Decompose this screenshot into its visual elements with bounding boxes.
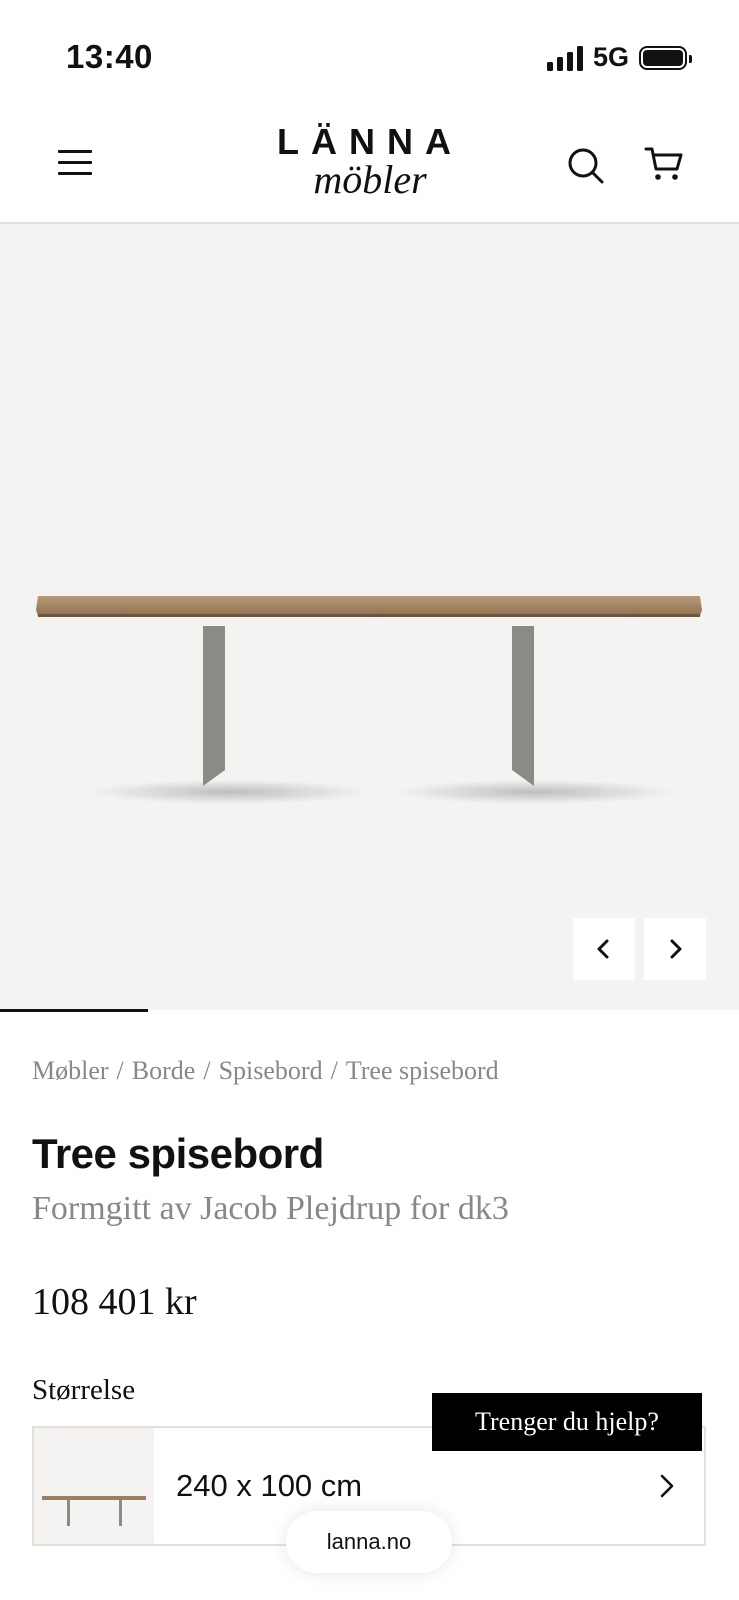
status-time: 13:40 (66, 38, 153, 75)
signal-icon (546, 45, 583, 71)
browser-url-bar[interactable]: lanna.no (286, 1511, 452, 1573)
table-product-image (36, 596, 702, 804)
breadcrumb-separator: / (116, 1056, 124, 1085)
product-title: Tree spisebord (32, 1130, 324, 1177)
battery-icon (639, 45, 692, 70)
site-logo[interactable]: LÄNNA möbler (220, 122, 520, 200)
breadcrumb-item-borde[interactable]: Borde (132, 1056, 196, 1085)
size-label: Størrelse (32, 1374, 136, 1406)
cart-icon[interactable] (644, 144, 684, 184)
breadcrumb-separator: / (203, 1056, 211, 1085)
gallery-prev-button[interactable] (573, 918, 635, 980)
breadcrumb-separator: / (330, 1056, 338, 1085)
product-designer: Formgitt av Jacob Plejdrup for dk3 (32, 1190, 509, 1227)
help-button[interactable]: Trenger du hjelp? (432, 1393, 702, 1451)
breadcrumb-item-spisebord[interactable]: Spisebord (219, 1056, 323, 1085)
status-icons: 5G (546, 42, 692, 73)
network-label: 5G (592, 42, 629, 72)
breadcrumb-item-current[interactable]: Tree spisebord (346, 1056, 499, 1085)
product-gallery[interactable] (0, 224, 739, 1010)
chevron-left-icon (597, 939, 609, 959)
breadcrumb-item-mobler[interactable]: Møbler (32, 1056, 109, 1085)
chevron-right-icon (660, 1474, 674, 1498)
chevron-right-icon (670, 939, 682, 959)
search-icon[interactable] (566, 146, 606, 186)
product-price: 108 401 kr (32, 1281, 197, 1323)
site-header: LÄNNA möbler (0, 110, 739, 224)
gallery-progress-indicator (0, 1009, 148, 1012)
selected-size-value: 240 x 100 cm (176, 1468, 363, 1503)
menu-icon[interactable] (58, 150, 92, 180)
gallery-next-button[interactable] (644, 918, 706, 980)
breadcrumb: Møbler / Borde / Spisebord / Tree spisebord (32, 1056, 499, 1086)
logo-tagline: möbler (313, 157, 427, 202)
logo-wordmark: LÄNNA (277, 121, 463, 162)
size-thumbnail (34, 1428, 154, 1544)
